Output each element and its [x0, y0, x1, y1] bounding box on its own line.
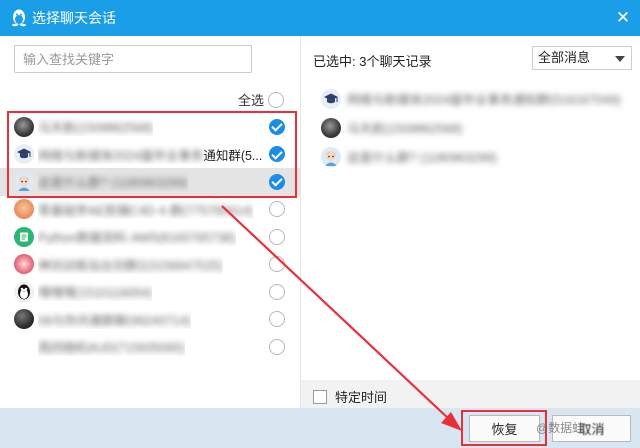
conversation-name-suffix: 通知群(5... [203, 148, 263, 163]
conversation-name: 这是什么群? (1180963299) [38, 176, 188, 191]
list-item[interactable]: 零基础学AE剪辑C4D·4·群(775795614) [0, 196, 300, 224]
dark-avatar [14, 309, 34, 330]
conversation-name: Python数据资料·AW5(8165765738) [38, 231, 236, 246]
list-item: 网络与新媒体2024届毕业事务通知群(516167049) [321, 84, 631, 113]
selected-count: 已选中: 3个聊天记录 [313, 54, 432, 69]
graduation-cap-avatar [321, 88, 341, 109]
close-icon: ✕ [615, 8, 631, 27]
penguin-avatar [14, 281, 34, 302]
conversation-name: 零基础学AE剪辑C4D·4·群(775795614) [38, 203, 254, 218]
list-item: 马天航(1509862568) [321, 113, 631, 142]
cancel-button[interactable]: 取消 [552, 415, 631, 442]
selection-radio[interactable] [269, 146, 285, 162]
selection-radio[interactable] [269, 173, 285, 190]
selection-radio[interactable] [269, 256, 285, 272]
photo-avatar [14, 116, 34, 137]
specific-time-label: 特定时间 [335, 390, 388, 405]
specific-time-option[interactable]: 特定时间 [313, 387, 387, 406]
selected-name: 马天航(1509862568) [347, 122, 463, 136]
search-input[interactable] [14, 45, 252, 73]
pink-avatar [14, 254, 34, 275]
time-filter-bar: 特定时间 [301, 380, 640, 408]
select-all-label: 全选 [237, 93, 264, 108]
restore-button-label: 恢复 [491, 422, 518, 437]
message-filter-value: 全部消息 [538, 50, 591, 65]
orange-avatar [14, 199, 34, 220]
conversation-name: 06与你共建群聊(99240714) [38, 313, 191, 328]
graduation-cap-avatar [14, 144, 34, 165]
specific-time-checkbox[interactable] [313, 389, 327, 404]
conversation-name: 周四随机AUD(715935065) [38, 341, 186, 356]
message-filter-dropdown[interactable]: 全部消息 [532, 46, 632, 70]
selected-conversations-pane: 已选中: 3个聊天记录 全部消息 网络与新媒体2024届毕业事务通知群(5161… [301, 36, 640, 408]
conversation-list: 马天航(1509862568) 网络与新媒体2024届毕业事务通知群(5... … [0, 113, 300, 361]
list-item[interactable]: 这是什么群? (1180963299) [0, 168, 300, 196]
selection-radio[interactable] [269, 118, 285, 135]
selection-radio[interactable] [269, 338, 285, 355]
chevron-down-icon [615, 56, 625, 62]
conversation-name: 马天航(1509862568) [38, 121, 154, 136]
selected-name: 网络与新媒体2024届毕业事务通知群(516167049) [347, 93, 621, 107]
conversation-name-prefix: 网络与新媒体2024届毕业事务 [38, 148, 204, 163]
cancel-button-label: 取消 [578, 422, 605, 437]
list-item: 这是什么群? (1180963299) [321, 142, 631, 171]
select-all-toggle[interactable]: 全选 [238, 90, 284, 109]
selection-radio[interactable] [269, 311, 285, 327]
list-item[interactable]: 马天航(1509862568) [0, 113, 300, 141]
select-all-radio[interactable] [268, 91, 284, 108]
conversation-name: 神剑训练站台剑群2(3156947525) [38, 258, 223, 273]
window-title: 选择聊天会话 [32, 10, 116, 26]
selection-radio[interactable] [269, 283, 285, 300]
cartoon-avatar [14, 171, 34, 192]
title-bar: 选择聊天会话 ✕ [0, 0, 640, 36]
selected-name: 这是什么群? (1180963299) [347, 151, 497, 165]
photo-avatar [321, 117, 341, 138]
cartoon-avatar [321, 146, 341, 167]
list-item[interactable]: 网络与新媒体2024届毕业事务通知群(5... [0, 141, 300, 169]
list-item[interactable]: 嘿嘿嘿(1510116054) [0, 278, 300, 306]
list-item[interactable]: Python数据资料·AW5(8165765738) [0, 223, 300, 251]
list-item[interactable]: 06与你共建群聊(99240714) [0, 306, 300, 334]
close-button[interactable]: ✕ [606, 0, 640, 36]
list-item[interactable]: 神剑训练站台剑群2(3156947525) [0, 251, 300, 279]
selection-radio[interactable] [269, 228, 285, 245]
dialog-footer: 恢复 取消 [0, 408, 640, 448]
selection-radio[interactable] [269, 201, 285, 217]
qq-penguin-icon [9, 8, 29, 28]
selected-list: 网络与新媒体2024届毕业事务通知群(516167049) 马天航(150986… [321, 84, 631, 171]
restore-button[interactable]: 恢复 [469, 415, 540, 442]
conversation-name: 嘿嘿嘿(1510116054) [38, 286, 153, 301]
blank-avatar [14, 337, 34, 357]
list-item[interactable]: 周四随机AUD(715935065) [0, 333, 300, 361]
green-doc-avatar [14, 226, 34, 247]
